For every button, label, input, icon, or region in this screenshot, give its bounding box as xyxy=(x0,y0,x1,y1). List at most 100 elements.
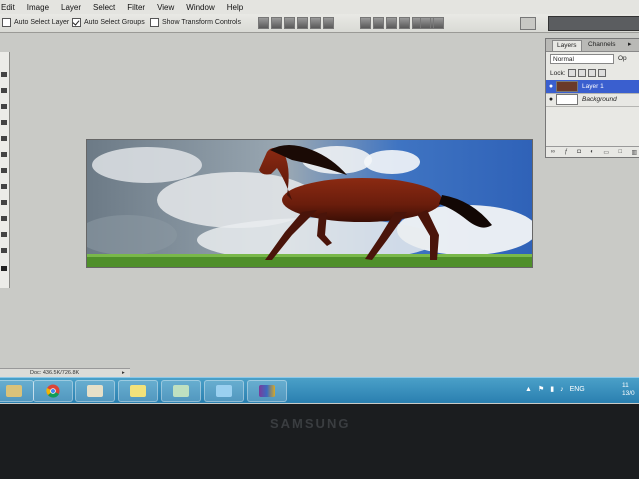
layer-thumbnail xyxy=(556,81,578,92)
menu-edit[interactable]: Edit xyxy=(0,3,21,12)
layers-panel-footer: ∞ ƒ ◘ ◐ ▭ □ ▥ xyxy=(546,146,639,157)
type-tool-icon[interactable] xyxy=(1,232,7,237)
auto-align-icon[interactable] xyxy=(420,17,431,29)
taskbar-item-photos[interactable] xyxy=(161,380,201,402)
lock-label: Lock: xyxy=(550,69,566,77)
language-indicator[interactable]: ENG xyxy=(570,386,585,393)
auto-select-layer-checkbox[interactable] xyxy=(2,18,11,27)
photo-viewer-icon xyxy=(173,385,189,397)
show-hidden-icons-icon[interactable]: ▲ xyxy=(525,386,532,393)
menu-window[interactable]: Window xyxy=(180,3,220,12)
taskbar-item-network[interactable] xyxy=(204,380,244,402)
auto-select-layer-label: Auto Select Layer xyxy=(14,19,70,26)
auto-select-groups-checkbox[interactable] xyxy=(72,18,81,27)
move-tool-icon[interactable] xyxy=(1,72,7,77)
auto-select-layer-option[interactable]: Auto Select Layer xyxy=(2,18,69,27)
menu-filter[interactable]: Filter xyxy=(121,3,151,12)
distribute-top-icon[interactable] xyxy=(360,17,371,29)
lock-transparency-icon[interactable] xyxy=(567,69,576,77)
blend-mode-select[interactable]: Normal xyxy=(550,54,614,64)
lock-row: Lock: xyxy=(550,69,606,77)
sticky-notes-icon xyxy=(130,385,146,397)
taskbar-item-explorer[interactable] xyxy=(0,380,34,402)
pen-tool-icon[interactable] xyxy=(1,216,7,221)
layers-panel-header: Layers Channels ▸ xyxy=(546,39,639,52)
tab-layers[interactable]: Layers xyxy=(552,40,582,51)
menu-bar: Edit Image Layer Select Filter View Wind… xyxy=(0,0,639,14)
layer-thumbnail xyxy=(556,94,578,105)
taskbar-item-chrome[interactable] xyxy=(33,380,73,402)
screen: Edit Image Layer Select Filter View Wind… xyxy=(0,0,639,404)
adjustment-layer-icon[interactable]: ◐ xyxy=(590,149,594,155)
eraser-tool-icon[interactable] xyxy=(1,184,7,189)
clock-time: 11 xyxy=(622,382,629,389)
distribute-bottom-icon[interactable] xyxy=(386,17,397,29)
layer-name: Background xyxy=(582,96,617,103)
monitor-icon xyxy=(216,385,232,397)
menu-help[interactable]: Help xyxy=(221,3,249,12)
show-transform-controls-option[interactable]: Show Transform Controls xyxy=(150,18,241,27)
show-transform-controls-label: Show Transform Controls xyxy=(162,19,241,26)
layer-style-icon[interactable]: ƒ xyxy=(564,149,567,155)
link-layers-icon[interactable]: ∞ xyxy=(551,149,555,155)
action-center-flag-icon[interactable]: ⚑ xyxy=(538,385,544,393)
lock-position-icon[interactable] xyxy=(587,69,596,77)
auto-align-buttons xyxy=(420,17,444,29)
lock-all-icon[interactable] xyxy=(597,69,606,77)
hand-tool-icon[interactable] xyxy=(1,248,7,253)
auto-select-groups-option[interactable]: Auto Select Groups xyxy=(72,18,145,27)
new-group-icon[interactable]: ▭ xyxy=(603,149,609,156)
align-hcenter-icon[interactable] xyxy=(310,17,321,29)
marquee-tool-icon[interactable] xyxy=(1,88,7,93)
layer-row-layer-1[interactable]: ● Layer 1 xyxy=(546,80,639,94)
monitor-brand-logo: SAMSUNG xyxy=(270,416,351,431)
menu-select[interactable]: Select xyxy=(87,3,121,12)
stamp-tool-icon[interactable] xyxy=(1,168,7,173)
wand-tool-icon[interactable] xyxy=(1,120,7,125)
layer-row-background[interactable]: ● Background xyxy=(546,93,639,107)
taskbar-item-winrar[interactable] xyxy=(247,380,287,402)
system-tray: ▲ ⚑ ▮ ♪ ENG xyxy=(525,385,585,394)
align-bottom-icon[interactable] xyxy=(284,17,295,29)
menu-view[interactable]: View xyxy=(151,3,180,12)
add-mask-icon[interactable]: ◘ xyxy=(577,149,581,155)
paint-icon xyxy=(87,385,103,397)
align-right-icon[interactable] xyxy=(323,17,334,29)
clock-date: 13/0 xyxy=(622,390,635,397)
taskbar-item-paint[interactable] xyxy=(75,380,115,402)
taskbar-item-notes[interactable] xyxy=(118,380,158,402)
align-top-icon[interactable] xyxy=(258,17,269,29)
panel-menu-icon[interactable]: ▸ xyxy=(628,40,632,48)
workspace-icon[interactable] xyxy=(520,17,536,30)
system-clock[interactable]: 11 13/0 xyxy=(622,382,635,398)
lock-pixels-icon[interactable] xyxy=(577,69,586,77)
tab-channels[interactable]: Channels xyxy=(584,40,619,50)
visibility-eye-icon[interactable]: ● xyxy=(546,83,556,90)
doc-size: Doc: 436.5K/726.8K xyxy=(30,370,80,376)
crop-tool-icon[interactable] xyxy=(1,136,7,141)
delete-layer-icon[interactable]: ▥ xyxy=(632,149,638,156)
options-bar: Auto Select Layer Auto Select Groups Sho… xyxy=(0,14,639,33)
distribute-left-icon[interactable] xyxy=(399,17,410,29)
menu-layer[interactable]: Layer xyxy=(55,3,87,12)
volume-icon[interactable]: ♪ xyxy=(560,386,564,393)
distribute-vcenter-icon[interactable] xyxy=(373,17,384,29)
show-transform-controls-checkbox[interactable] xyxy=(150,18,159,27)
gradient-tool-icon[interactable] xyxy=(1,200,7,205)
brush-tool-icon[interactable] xyxy=(1,152,7,157)
foreground-color-icon[interactable] xyxy=(1,266,7,271)
workspace-switcher[interactable] xyxy=(548,16,639,31)
new-layer-icon[interactable]: □ xyxy=(618,149,622,155)
visibility-eye-icon[interactable]: ● xyxy=(546,96,556,103)
folder-icon xyxy=(6,385,22,397)
auto-select-groups-label: Auto Select Groups xyxy=(84,19,145,26)
align-left-icon[interactable] xyxy=(297,17,308,29)
menu-image[interactable]: Image xyxy=(21,3,55,12)
network-signal-icon[interactable]: ▮ xyxy=(550,385,554,393)
document-canvas[interactable] xyxy=(86,139,533,268)
lasso-tool-icon[interactable] xyxy=(1,104,7,109)
spacing-icon[interactable] xyxy=(433,17,444,29)
align-vcenter-icon[interactable] xyxy=(271,17,282,29)
winrar-icon xyxy=(259,385,275,397)
chrome-icon xyxy=(46,384,60,398)
